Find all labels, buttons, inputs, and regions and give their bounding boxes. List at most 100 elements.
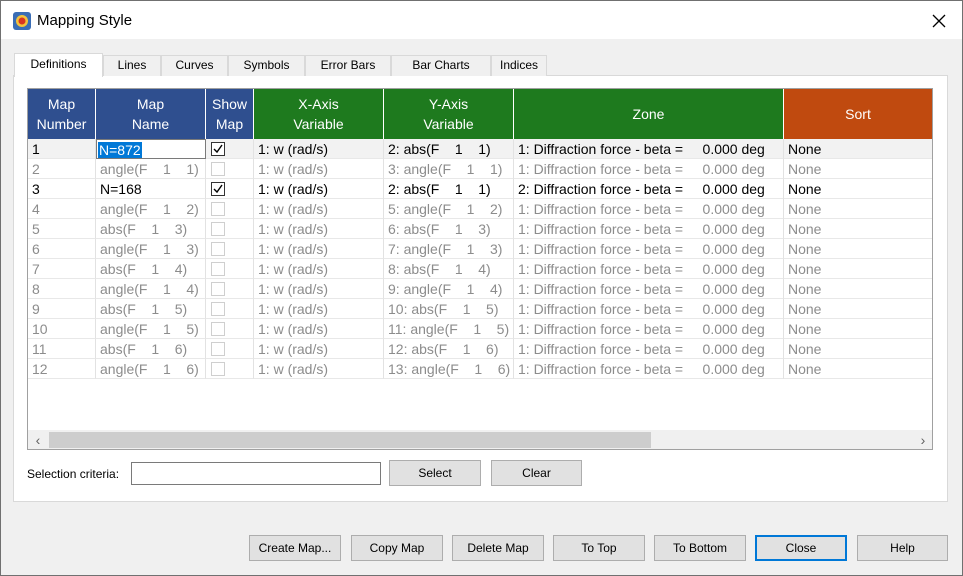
cell-show-map[interactable]: [206, 219, 254, 239]
table-row[interactable]: 3 N=168 1: w (rad/s) 2: abs(F 1 1) 2: Diffra…: [28, 179, 932, 199]
cell-map-name[interactable]: angle(F 1 6): [96, 359, 206, 379]
cell-sort[interactable]: None: [784, 319, 932, 339]
cell-map-name[interactable]: N=872: [96, 139, 206, 159]
cell-sort[interactable]: None: [784, 339, 932, 359]
column-header-sort[interactable]: Sort: [784, 89, 932, 139]
cell-x-axis-variable[interactable]: 1: w (rad/s): [254, 319, 384, 339]
table-row[interactable]: 10 angle(F 1 5) 1: w (rad/s) 11: angle(F 1 …: [28, 319, 932, 339]
tab-lines[interactable]: Lines: [103, 55, 161, 76]
show-map-checkbox[interactable]: [211, 202, 225, 216]
help-button[interactable]: Help: [857, 535, 948, 561]
table-row[interactable]: 7 abs(F 1 4) 1: w (rad/s) 8: abs(F 1 4) 1: D…: [28, 259, 932, 279]
cell-map-name[interactable]: abs(F 1 6): [96, 339, 206, 359]
cell-x-axis-variable[interactable]: 1: w (rad/s): [254, 239, 384, 259]
table-row[interactable]: 1 N=872 1: w (rad/s) 2: abs(F 1 1) 1: Diffra…: [28, 139, 932, 159]
cell-map-number[interactable]: 11: [28, 339, 96, 359]
column-header-map-number[interactable]: Map Number: [28, 89, 96, 139]
tab-definitions[interactable]: Definitions: [14, 53, 103, 77]
create-map-button[interactable]: Create Map...: [249, 535, 341, 561]
cell-map-number[interactable]: 6: [28, 239, 96, 259]
cell-show-map[interactable]: [206, 299, 254, 319]
show-map-checkbox[interactable]: [211, 242, 225, 256]
cell-x-axis-variable[interactable]: 1: w (rad/s): [254, 359, 384, 379]
cell-zone[interactable]: 1: Diffraction force - beta = 0.000 deg: [514, 299, 784, 319]
tab-error-bars[interactable]: Error Bars: [305, 55, 391, 76]
cell-map-name[interactable]: abs(F 1 3): [96, 219, 206, 239]
cell-show-map[interactable]: [206, 279, 254, 299]
show-map-checkbox[interactable]: [211, 362, 225, 376]
cell-y-axis-variable[interactable]: 11: angle(F 1 5): [384, 319, 514, 339]
clear-button[interactable]: Clear: [491, 460, 582, 486]
cell-map-name[interactable]: N=168: [96, 179, 206, 199]
cell-y-axis-variable[interactable]: 2: abs(F 1 1): [384, 179, 514, 199]
map-name-editor[interactable]: N=872: [98, 142, 142, 158]
cell-y-axis-variable[interactable]: 10: abs(F 1 5): [384, 299, 514, 319]
cell-map-number[interactable]: 4: [28, 199, 96, 219]
cell-x-axis-variable[interactable]: 1: w (rad/s): [254, 179, 384, 199]
show-map-checkbox[interactable]: [211, 222, 225, 236]
cell-show-map[interactable]: [206, 359, 254, 379]
table-row[interactable]: 9 abs(F 1 5) 1: w (rad/s) 10: abs(F 1 5) 1: …: [28, 299, 932, 319]
cell-x-axis-variable[interactable]: 1: w (rad/s): [254, 299, 384, 319]
cell-y-axis-variable[interactable]: 5: angle(F 1 2): [384, 199, 514, 219]
scroll-right-icon[interactable]: ›: [913, 430, 932, 449]
column-header-map-name[interactable]: Map Name: [96, 89, 206, 139]
show-map-checkbox[interactable]: [211, 182, 225, 196]
cell-map-name[interactable]: angle(F 1 4): [96, 279, 206, 299]
cell-map-name[interactable]: abs(F 1 5): [96, 299, 206, 319]
to-bottom-button[interactable]: To Bottom: [654, 535, 746, 561]
cell-x-axis-variable[interactable]: 1: w (rad/s): [254, 159, 384, 179]
mapping-grid[interactable]: Map Number Map Name Show Map X-Axis Variabl…: [27, 88, 933, 450]
cell-x-axis-variable[interactable]: 1: w (rad/s): [254, 339, 384, 359]
table-row[interactable]: 8 angle(F 1 4) 1: w (rad/s) 9: angle(F 1 4)…: [28, 279, 932, 299]
table-row[interactable]: 11 abs(F 1 6) 1: w (rad/s) 12: abs(F 1 6) 1:…: [28, 339, 932, 359]
cell-sort[interactable]: None: [784, 239, 932, 259]
cell-x-axis-variable[interactable]: 1: w (rad/s): [254, 279, 384, 299]
tab-indices[interactable]: Indices: [491, 55, 547, 76]
show-map-checkbox[interactable]: [211, 282, 225, 296]
cell-y-axis-variable[interactable]: 6: abs(F 1 3): [384, 219, 514, 239]
cell-map-number[interactable]: 9: [28, 299, 96, 319]
cell-sort[interactable]: None: [784, 299, 932, 319]
show-map-checkbox[interactable]: [211, 342, 225, 356]
tab-curves[interactable]: Curves: [161, 55, 228, 76]
show-map-checkbox[interactable]: [211, 262, 225, 276]
cell-map-number[interactable]: 5: [28, 219, 96, 239]
close-icon[interactable]: [924, 7, 954, 35]
cell-zone[interactable]: 1: Diffraction force - beta = 0.000 deg: [514, 319, 784, 339]
column-header-zone[interactable]: Zone: [514, 89, 784, 139]
scrollbar-thumb[interactable]: [49, 432, 651, 448]
cell-zone[interactable]: 1: Diffraction force - beta = 0.000 deg: [514, 139, 784, 159]
cell-map-number[interactable]: 7: [28, 259, 96, 279]
column-header-y-axis-variable[interactable]: Y-Axis Variable: [384, 89, 514, 139]
cell-x-axis-variable[interactable]: 1: w (rad/s): [254, 139, 384, 159]
cell-y-axis-variable[interactable]: 3: angle(F 1 1): [384, 159, 514, 179]
cell-x-axis-variable[interactable]: 1: w (rad/s): [254, 259, 384, 279]
cell-sort[interactable]: None: [784, 159, 932, 179]
horizontal-scrollbar[interactable]: ‹ ›: [28, 430, 932, 449]
cell-y-axis-variable[interactable]: 8: abs(F 1 4): [384, 259, 514, 279]
show-map-checkbox[interactable]: [211, 162, 225, 176]
table-row[interactable]: 2 angle(F 1 1) 1: w (rad/s) 3: angle(F 1 1)…: [28, 159, 932, 179]
cell-map-number[interactable]: 8: [28, 279, 96, 299]
cell-show-map[interactable]: [206, 259, 254, 279]
tab-bar-charts[interactable]: Bar Charts: [391, 55, 491, 76]
cell-show-map[interactable]: [206, 159, 254, 179]
cell-map-number[interactable]: 3: [28, 179, 96, 199]
cell-map-number[interactable]: 10: [28, 319, 96, 339]
cell-show-map[interactable]: [206, 339, 254, 359]
cell-map-name[interactable]: angle(F 1 2): [96, 199, 206, 219]
cell-y-axis-variable[interactable]: 13: angle(F 1 6): [384, 359, 514, 379]
select-button[interactable]: Select: [389, 460, 481, 486]
cell-zone[interactable]: 1: Diffraction force - beta = 0.000 deg: [514, 359, 784, 379]
cell-zone[interactable]: 1: Diffraction force - beta = 0.000 deg: [514, 339, 784, 359]
cell-x-axis-variable[interactable]: 1: w (rad/s): [254, 219, 384, 239]
cell-sort[interactable]: None: [784, 219, 932, 239]
delete-map-button[interactable]: Delete Map: [452, 535, 544, 561]
show-map-checkbox[interactable]: [211, 302, 225, 316]
cell-show-map[interactable]: [206, 199, 254, 219]
cell-map-name[interactable]: abs(F 1 4): [96, 259, 206, 279]
cell-map-name[interactable]: angle(F 1 3): [96, 239, 206, 259]
cell-zone[interactable]: 1: Diffraction force - beta = 0.000 deg: [514, 279, 784, 299]
cell-zone[interactable]: 1: Diffraction force - beta = 0.000 deg: [514, 159, 784, 179]
